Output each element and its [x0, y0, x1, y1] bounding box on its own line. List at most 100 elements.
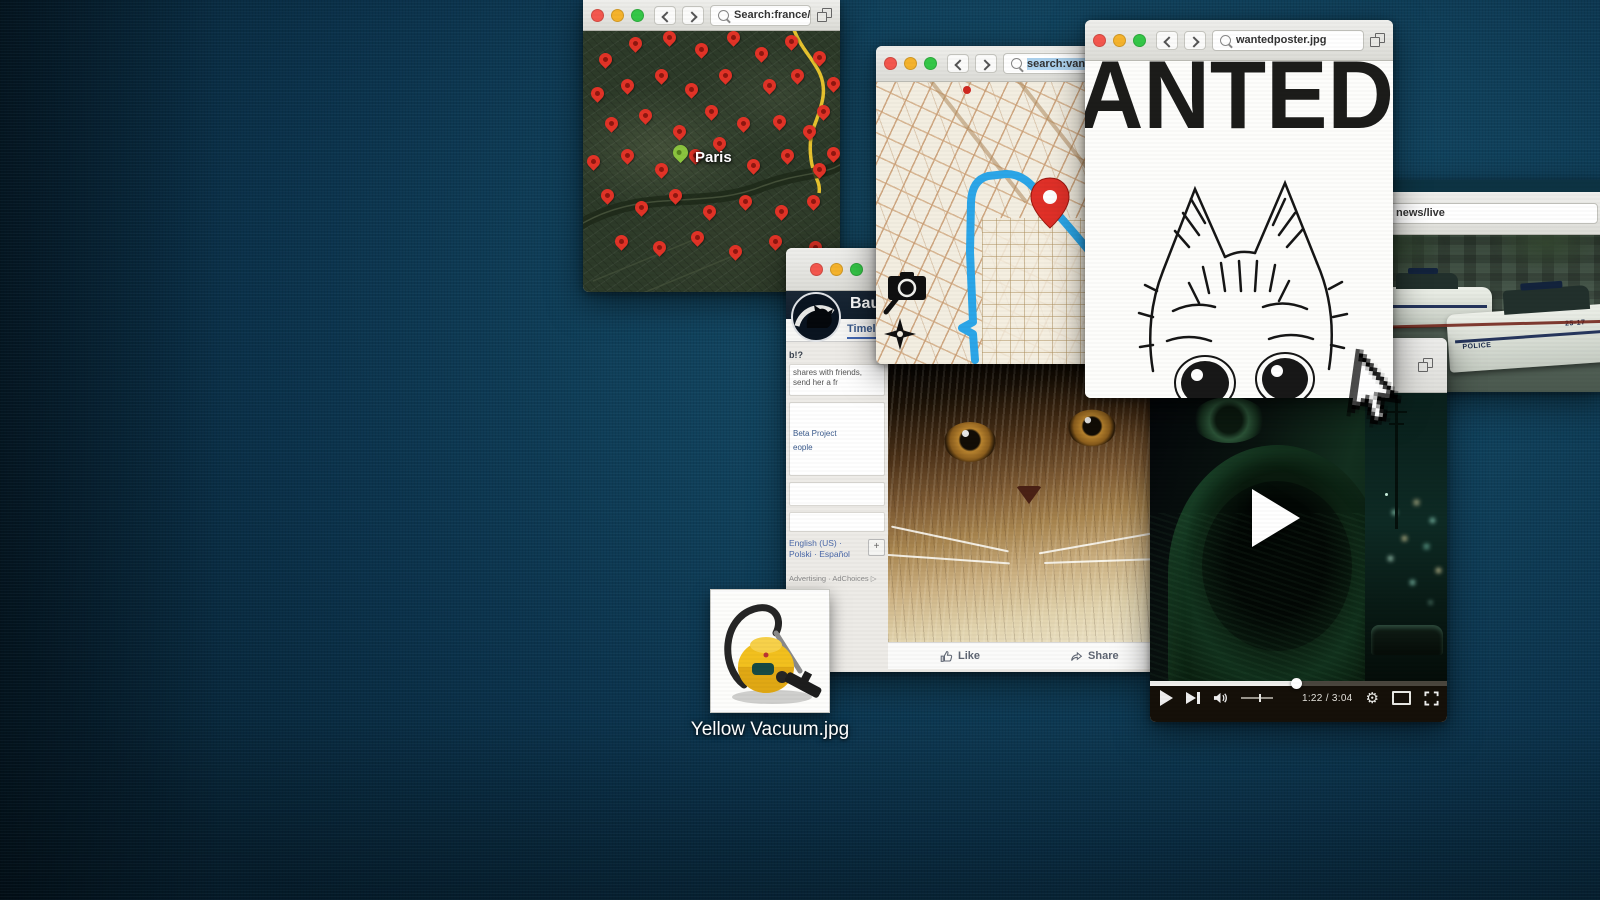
map-pin[interactable] — [824, 144, 840, 162]
map-pin[interactable] — [632, 198, 650, 216]
forward-button[interactable] — [1184, 31, 1206, 50]
zoom-button[interactable] — [1133, 34, 1146, 47]
map-pin[interactable] — [596, 50, 614, 68]
map-pin[interactable] — [810, 160, 828, 178]
map-pin[interactable] — [824, 74, 840, 92]
play-overlay-button[interactable] — [1252, 489, 1300, 547]
tabs-icon[interactable] — [817, 8, 832, 22]
map-pin[interactable] — [814, 102, 832, 120]
map-pin[interactable] — [650, 238, 668, 256]
news-address-bar[interactable]: news/live — [1370, 203, 1598, 224]
map-pin[interactable] — [702, 102, 720, 120]
window-controls — [884, 57, 937, 70]
map-pin[interactable] — [788, 66, 806, 84]
map-pin[interactable] — [766, 232, 784, 250]
map-pin[interactable] — [682, 80, 700, 98]
poster-titlebar[interactable]: wantedposter.jpg — [1085, 20, 1393, 61]
cat-fur-texture — [888, 360, 1157, 642]
map-pin[interactable] — [724, 31, 742, 47]
paris-titlebar[interactable]: Search:france/paris — [583, 0, 840, 31]
map-pin[interactable] — [770, 112, 788, 130]
cat-logo-icon — [793, 294, 835, 336]
map-pin[interactable] — [670, 122, 688, 140]
minimize-button[interactable] — [611, 9, 624, 22]
map-pin[interactable] — [734, 114, 752, 132]
map-pin[interactable] — [804, 192, 822, 210]
minimize-button[interactable] — [904, 57, 917, 70]
back-button[interactable] — [947, 54, 969, 73]
share-hint-box: shares with friends, send her a fr — [789, 364, 885, 396]
desktop-file-icon[interactable]: Yellow Vacuum.jpg — [710, 590, 830, 740]
map-pin[interactable] — [612, 232, 630, 250]
progress-knob[interactable] — [1291, 678, 1302, 689]
sidebar-link-beta-project[interactable]: Beta Project — [793, 429, 881, 438]
map-pin[interactable] — [598, 186, 616, 204]
sidebar-link-people[interactable]: eople — [793, 443, 881, 452]
zoom-button[interactable] — [850, 263, 863, 276]
minimize-button[interactable] — [1113, 34, 1126, 47]
close-button[interactable] — [1093, 34, 1106, 47]
map-pin[interactable] — [602, 114, 620, 132]
map-pin[interactable] — [810, 48, 828, 66]
map-pin[interactable] — [660, 31, 678, 47]
news-toolbar[interactable]: news/live — [1360, 192, 1600, 235]
map-pin[interactable] — [772, 202, 790, 220]
tabs-icon[interactable] — [1370, 33, 1385, 47]
forward-button[interactable] — [975, 54, 997, 73]
map-pin[interactable] — [736, 192, 754, 210]
desktop-background: Search:france/paris Paris news/live — [0, 0, 1600, 900]
map-pin[interactable] — [800, 122, 818, 140]
search-bar[interactable]: Search:france/paris — [710, 5, 811, 26]
vacuum-thumbnail[interactable] — [711, 590, 829, 712]
map-pin[interactable] — [652, 66, 670, 84]
play-button[interactable] — [1160, 690, 1173, 706]
close-button[interactable] — [591, 9, 604, 22]
like-button[interactable]: Like — [940, 650, 980, 663]
close-button[interactable] — [884, 57, 897, 70]
sidebar-box — [789, 512, 885, 532]
map-pin[interactable] — [700, 202, 718, 220]
forward-button[interactable] — [682, 6, 704, 25]
map-pin[interactable] — [618, 146, 636, 164]
theater-mode-icon[interactable] — [1392, 691, 1411, 705]
volume-icon[interactable] — [1213, 691, 1228, 705]
back-button[interactable] — [654, 6, 676, 25]
map-pin[interactable] — [688, 228, 706, 246]
map-pin[interactable] — [588, 84, 606, 102]
map-pin[interactable] — [716, 66, 734, 84]
map-pin[interactable] — [618, 76, 636, 94]
map-pin[interactable] — [778, 146, 796, 164]
fullscreen-icon[interactable] — [1424, 691, 1439, 706]
zoom-button[interactable] — [631, 9, 644, 22]
map-pin[interactable] — [752, 44, 770, 62]
language-links[interactable]: English (US) · Polski · Español — [789, 538, 850, 559]
add-language-button[interactable]: + — [868, 539, 885, 556]
close-button[interactable] — [810, 263, 823, 276]
map-pin[interactable] — [726, 242, 744, 260]
zoom-button[interactable] — [924, 57, 937, 70]
minimize-button[interactable] — [830, 263, 843, 276]
map-pin[interactable] — [636, 106, 654, 124]
map-pin[interactable] — [744, 156, 762, 174]
map-pin[interactable] — [584, 152, 602, 170]
map-pin[interactable] — [692, 40, 710, 58]
settings-gear-icon[interactable]: ⚙ — [1366, 691, 1379, 706]
map-pin[interactable] — [782, 32, 800, 50]
back-button[interactable] — [1156, 31, 1178, 50]
map-pin[interactable] — [652, 160, 670, 178]
share-button[interactable]: Share — [1070, 650, 1119, 663]
map-pin[interactable] — [666, 186, 684, 204]
progress-bar[interactable] — [1150, 681, 1447, 686]
volume-slider[interactable] — [1241, 697, 1273, 699]
search-bar[interactable]: wantedposter.jpg — [1212, 30, 1364, 51]
paris-label: Paris — [695, 149, 732, 166]
next-button[interactable] — [1186, 692, 1200, 704]
map-pin[interactable] — [626, 34, 644, 52]
map-pin[interactable] — [760, 76, 778, 94]
tabs-icon[interactable] — [1418, 358, 1433, 372]
footer-links[interactable]: Advertising · AdChoices ▷ — [789, 574, 885, 583]
video-frame[interactable] — [1150, 393, 1447, 681]
search-icon — [718, 10, 729, 21]
profile-avatar[interactable] — [791, 292, 841, 342]
cat-left-eye — [944, 422, 996, 462]
